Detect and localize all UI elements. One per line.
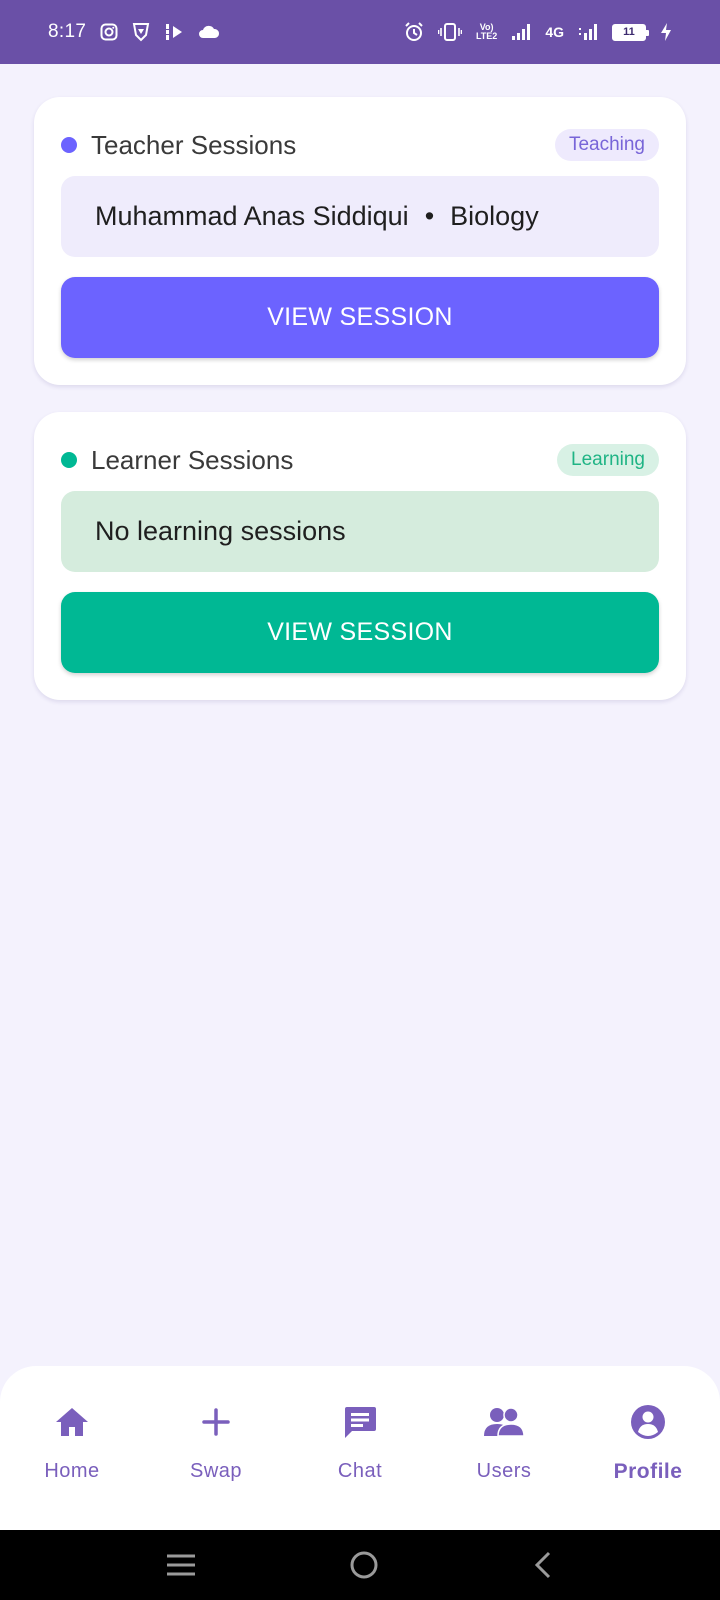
view-teacher-session-button[interactable]: VIEW SESSION [61,277,659,358]
bottom-nav: Home Swap Chat Users Profile [0,1366,720,1530]
status-bar: 8:17 Vo) LTE2 4G 11 [0,0,720,64]
nav-item-users[interactable]: Users [432,1402,576,1483]
plus-icon [201,1402,231,1442]
network-type: 4G [545,24,564,40]
learner-dot-icon [61,452,77,468]
vibrate-icon [437,23,462,41]
status-time: 8:17 [48,21,87,42]
session-subject: Biology [450,201,539,231]
status-left: 8:17 [48,21,220,43]
nav-item-swap[interactable]: Swap [144,1402,288,1483]
system-nav-bar [0,1530,720,1600]
signal-icon-2 [578,23,598,41]
nav-item-profile[interactable]: Profile [576,1402,720,1484]
nav-label-home: Home [44,1460,100,1482]
teacher-dot-icon [61,137,77,153]
charging-icon [660,22,672,42]
info-separator: • [424,201,435,231]
learner-sessions-card: Learner Sessions Learning No learning se… [34,412,686,700]
nav-label-swap: Swap [189,1460,243,1482]
teacher-sessions-card: Teacher Sessions Teaching Muhammad Anas … [34,97,686,385]
profile-icon [630,1402,666,1442]
alarm-icon [404,22,424,42]
nav-label-users: Users [476,1460,532,1482]
nav-label-chat: Chat [337,1460,383,1482]
battery-icon: 11 [612,23,649,41]
volte-indicator: Vo) LTE2 [476,23,497,41]
media-play-icon [164,23,184,41]
nav-item-home[interactable]: Home [0,1402,144,1483]
signal-icon [511,23,531,41]
nav-item-chat[interactable]: Chat [288,1402,432,1483]
no-sessions-message: No learning sessions [95,516,346,546]
brave-icon [132,22,150,42]
learner-session-info: No learning sessions [61,491,659,572]
volte-bottom: LTE2 [475,31,498,41]
teaching-badge: Teaching [554,129,659,161]
recents-icon[interactable] [165,1553,197,1577]
learner-card-header: Learner Sessions Learning [61,442,659,478]
cloud-icon [198,24,220,40]
view-learner-session-button[interactable]: VIEW SESSION [61,592,659,673]
teacher-title-wrap: Teacher Sessions [61,130,296,161]
learner-card-title: Learner Sessions [91,444,294,475]
status-right: Vo) LTE2 4G 11 [404,22,672,42]
home-icon [54,1402,90,1442]
back-icon[interactable] [531,1550,555,1580]
teacher-session-info: Muhammad Anas Siddiqui • Biology [61,176,659,257]
teacher-card-header: Teacher Sessions Teaching [61,127,659,163]
learning-badge: Learning [557,444,659,476]
learner-title-wrap: Learner Sessions [61,445,293,476]
instagram-icon [100,23,118,41]
nav-label-profile: Profile [613,1460,683,1483]
teacher-card-title: Teacher Sessions [91,129,297,160]
users-icon [482,1402,526,1442]
chat-icon [342,1402,378,1442]
teacher-name: Muhammad Anas Siddiqui [95,201,409,231]
home-circle-icon[interactable] [348,1549,380,1581]
